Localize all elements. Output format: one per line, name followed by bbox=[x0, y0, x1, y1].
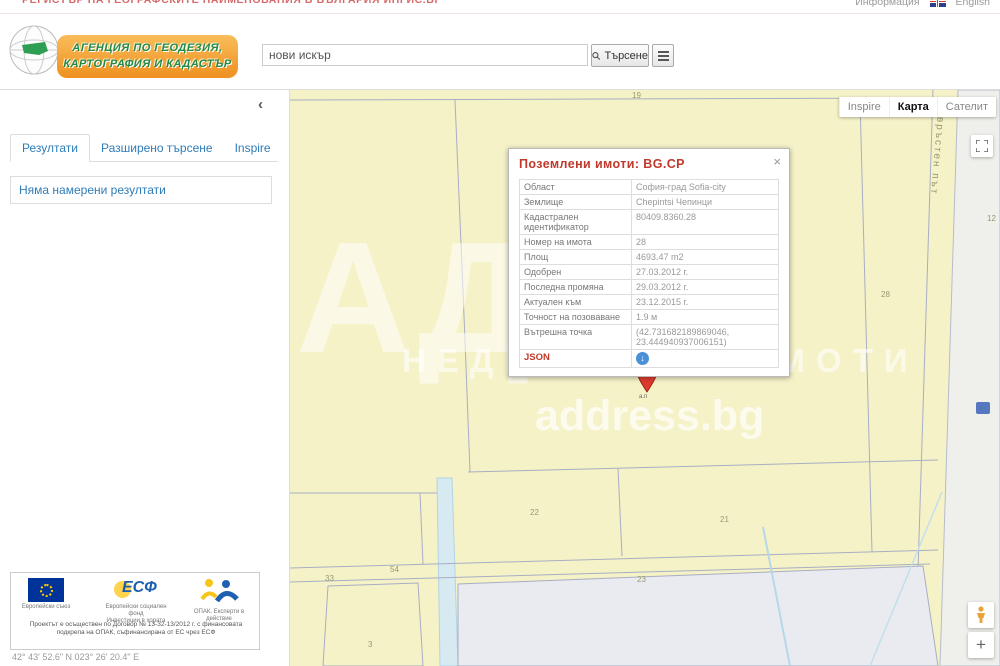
parcel-label: 54 bbox=[390, 565, 399, 574]
download-icon[interactable]: ↓ bbox=[636, 352, 649, 365]
eu-funding-box: Европейски съюз ЕСФ Европейски социален … bbox=[10, 572, 260, 650]
esf-caption-line1: Европейски социален фонд bbox=[99, 604, 173, 618]
parcel-label: 19 bbox=[632, 91, 641, 100]
menu-icon bbox=[658, 51, 669, 53]
layer-satellite-button[interactable]: Сателит bbox=[937, 97, 996, 117]
table-row: Актуален към23.12.2015 г. bbox=[520, 295, 779, 310]
fullscreen-button[interactable] bbox=[971, 135, 993, 157]
list-menu-button[interactable] bbox=[652, 44, 674, 67]
search-button-label: Търсене bbox=[604, 50, 648, 62]
eu-flag-icon bbox=[28, 578, 64, 602]
search-input[interactable] bbox=[262, 44, 588, 66]
no-results-message: Няма намерени резултати bbox=[10, 176, 272, 204]
sidebar: ‹ Резултати Разширено търсене Inspire Ня… bbox=[0, 90, 290, 666]
table-row: ЗемлищеChepintsi Чепинци bbox=[520, 195, 779, 210]
close-icon[interactable]: × bbox=[773, 154, 781, 169]
parcel-label: 28 bbox=[881, 290, 890, 299]
json-link[interactable]: JSON bbox=[524, 352, 550, 363]
parcel-label: 21 bbox=[720, 515, 729, 524]
search-icon bbox=[592, 51, 600, 61]
layer-inspire-button[interactable]: Inspire bbox=[839, 97, 889, 117]
road-badge bbox=[976, 402, 990, 414]
pegman-button[interactable] bbox=[968, 602, 994, 628]
parcel-label: 23 bbox=[637, 575, 646, 584]
fullscreen-icon bbox=[976, 140, 988, 152]
tab-inspire[interactable]: Inspire bbox=[224, 135, 282, 161]
table-row: JSON ↓ bbox=[520, 350, 779, 368]
esf-block: ЕСФ Европейски социален фонд Инвестиции … bbox=[99, 578, 173, 625]
parcel-label: 33 bbox=[325, 574, 334, 583]
parcel-info-popup: Поземлени имоти: BG.CP × ОбластСофия-гра… bbox=[508, 148, 790, 377]
eu-flag-caption: Европейски съюз bbox=[19, 604, 73, 611]
table-row: Площ4693.47 m2 bbox=[520, 250, 779, 265]
eu-project-text: Проектът е осъществен по Договор № 13-32… bbox=[17, 621, 255, 637]
sidebar-tabs: Резултати Разширено търсене Inspire bbox=[10, 133, 278, 162]
pegman-icon bbox=[975, 606, 987, 624]
table-row: Вътрешна точка(42.731682189869046, 23.44… bbox=[520, 325, 779, 350]
esf-logo-icon: ЕСФ bbox=[108, 578, 164, 602]
layer-map-button[interactable]: Карта bbox=[889, 97, 937, 117]
popup-title: Поземлени имоти: BG.CP bbox=[519, 157, 779, 171]
agency-logo-line2: КАРТОГРАФИЯ И КАДАСТЪР bbox=[57, 56, 238, 72]
table-row: Кадастрален идентификатор80409.8360.28 bbox=[520, 210, 779, 235]
search-button[interactable]: Търсене bbox=[591, 44, 649, 67]
sidebar-collapse-icon[interactable]: ‹ bbox=[258, 96, 263, 113]
eu-flag-block: Европейски съюз bbox=[19, 578, 73, 611]
parcel-label: 12 bbox=[987, 214, 996, 223]
table-row: Последна промяна29.03.2012 г. bbox=[520, 280, 779, 295]
table-row: Одобрен27.03.2012 г. bbox=[520, 265, 779, 280]
map-canvas[interactable]: 19 12 28 22 21 54 33 23 3 АД НЕДВИЖИМИ И… bbox=[290, 90, 1000, 666]
tab-advanced-search[interactable]: Разширено търсене bbox=[90, 135, 224, 161]
parcel-label: 22 bbox=[530, 508, 539, 517]
globe-logo-icon bbox=[8, 24, 60, 81]
zoom-in-button[interactable]: + bbox=[968, 632, 994, 658]
agency-logo-line1: АГЕНЦИЯ ПО ГЕОДЕЗИЯ, bbox=[57, 40, 238, 56]
header: РЕГИСТЪР НА ГЕОГРАФСКИТЕ НАИМЕНОВАНИЯ В … bbox=[0, 0, 1000, 90]
layer-switcher: Inspire Карта Сателит bbox=[839, 97, 996, 117]
opak-logo-icon bbox=[199, 578, 239, 602]
watermark-site: address.bg bbox=[535, 392, 764, 441]
table-row: Номер на имота28 bbox=[520, 235, 779, 250]
table-row: ОбластСофия-град Sofia-city bbox=[520, 180, 779, 195]
opak-block: ОПАК. Експерти в действие bbox=[183, 578, 255, 623]
uk-flag-icon[interactable] bbox=[930, 0, 946, 7]
top-right-links: Информация English bbox=[855, 0, 990, 8]
info-link[interactable]: Информация bbox=[855, 0, 919, 8]
parcel-label: 3 bbox=[368, 640, 373, 649]
header-divider bbox=[0, 13, 1000, 14]
tab-results[interactable]: Резултати bbox=[10, 134, 90, 162]
registry-banner-link[interactable]: РЕГИСТЪР НА ГЕОГРАФСКИТЕ НАИМЕНОВАНИЯ В … bbox=[22, 0, 441, 6]
table-row: Точност на позоваване1.9 м bbox=[520, 310, 779, 325]
cursor-coordinates: 42° 43' 52.6" N 023° 26' 20.4" E bbox=[12, 652, 139, 662]
pin-caption: а.п bbox=[639, 394, 647, 400]
parcel-attributes-table: ОбластСофия-град Sofia-city ЗемлищеChepi… bbox=[519, 179, 779, 368]
language-link[interactable]: English bbox=[956, 0, 990, 8]
agency-logo[interactable]: АГЕНЦИЯ ПО ГЕОДЕЗИЯ, КАРТОГРАФИЯ И КАДАС… bbox=[57, 35, 238, 78]
